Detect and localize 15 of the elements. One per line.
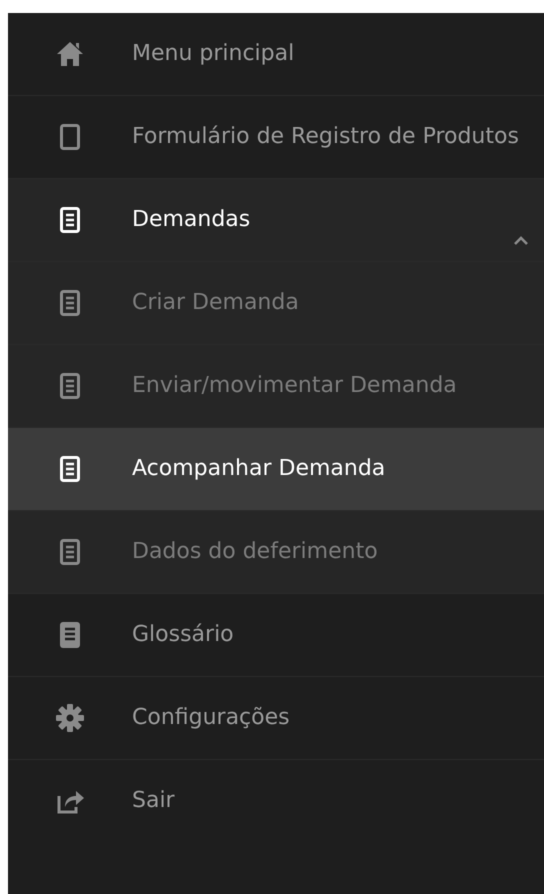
share-icon (56, 788, 84, 814)
document-icon (60, 373, 80, 399)
document-icon (60, 290, 80, 316)
document-icon (60, 456, 80, 482)
submenu-item[interactable]: Acompanhar Demanda (8, 428, 544, 511)
submenu-item[interactable]: Enviar/movimentar Demanda (8, 345, 544, 428)
submenu-item[interactable]: Dados do deferimento (8, 511, 544, 594)
document-icon (60, 539, 80, 565)
submenu-item[interactable]: Criar Demanda (8, 262, 544, 345)
square-icon (60, 124, 80, 150)
document-icon (60, 622, 80, 648)
chevron-up-icon (514, 236, 528, 245)
home-icon (56, 41, 84, 67)
document-icon (60, 207, 80, 233)
menu-item[interactable]: Demandas (8, 179, 544, 262)
